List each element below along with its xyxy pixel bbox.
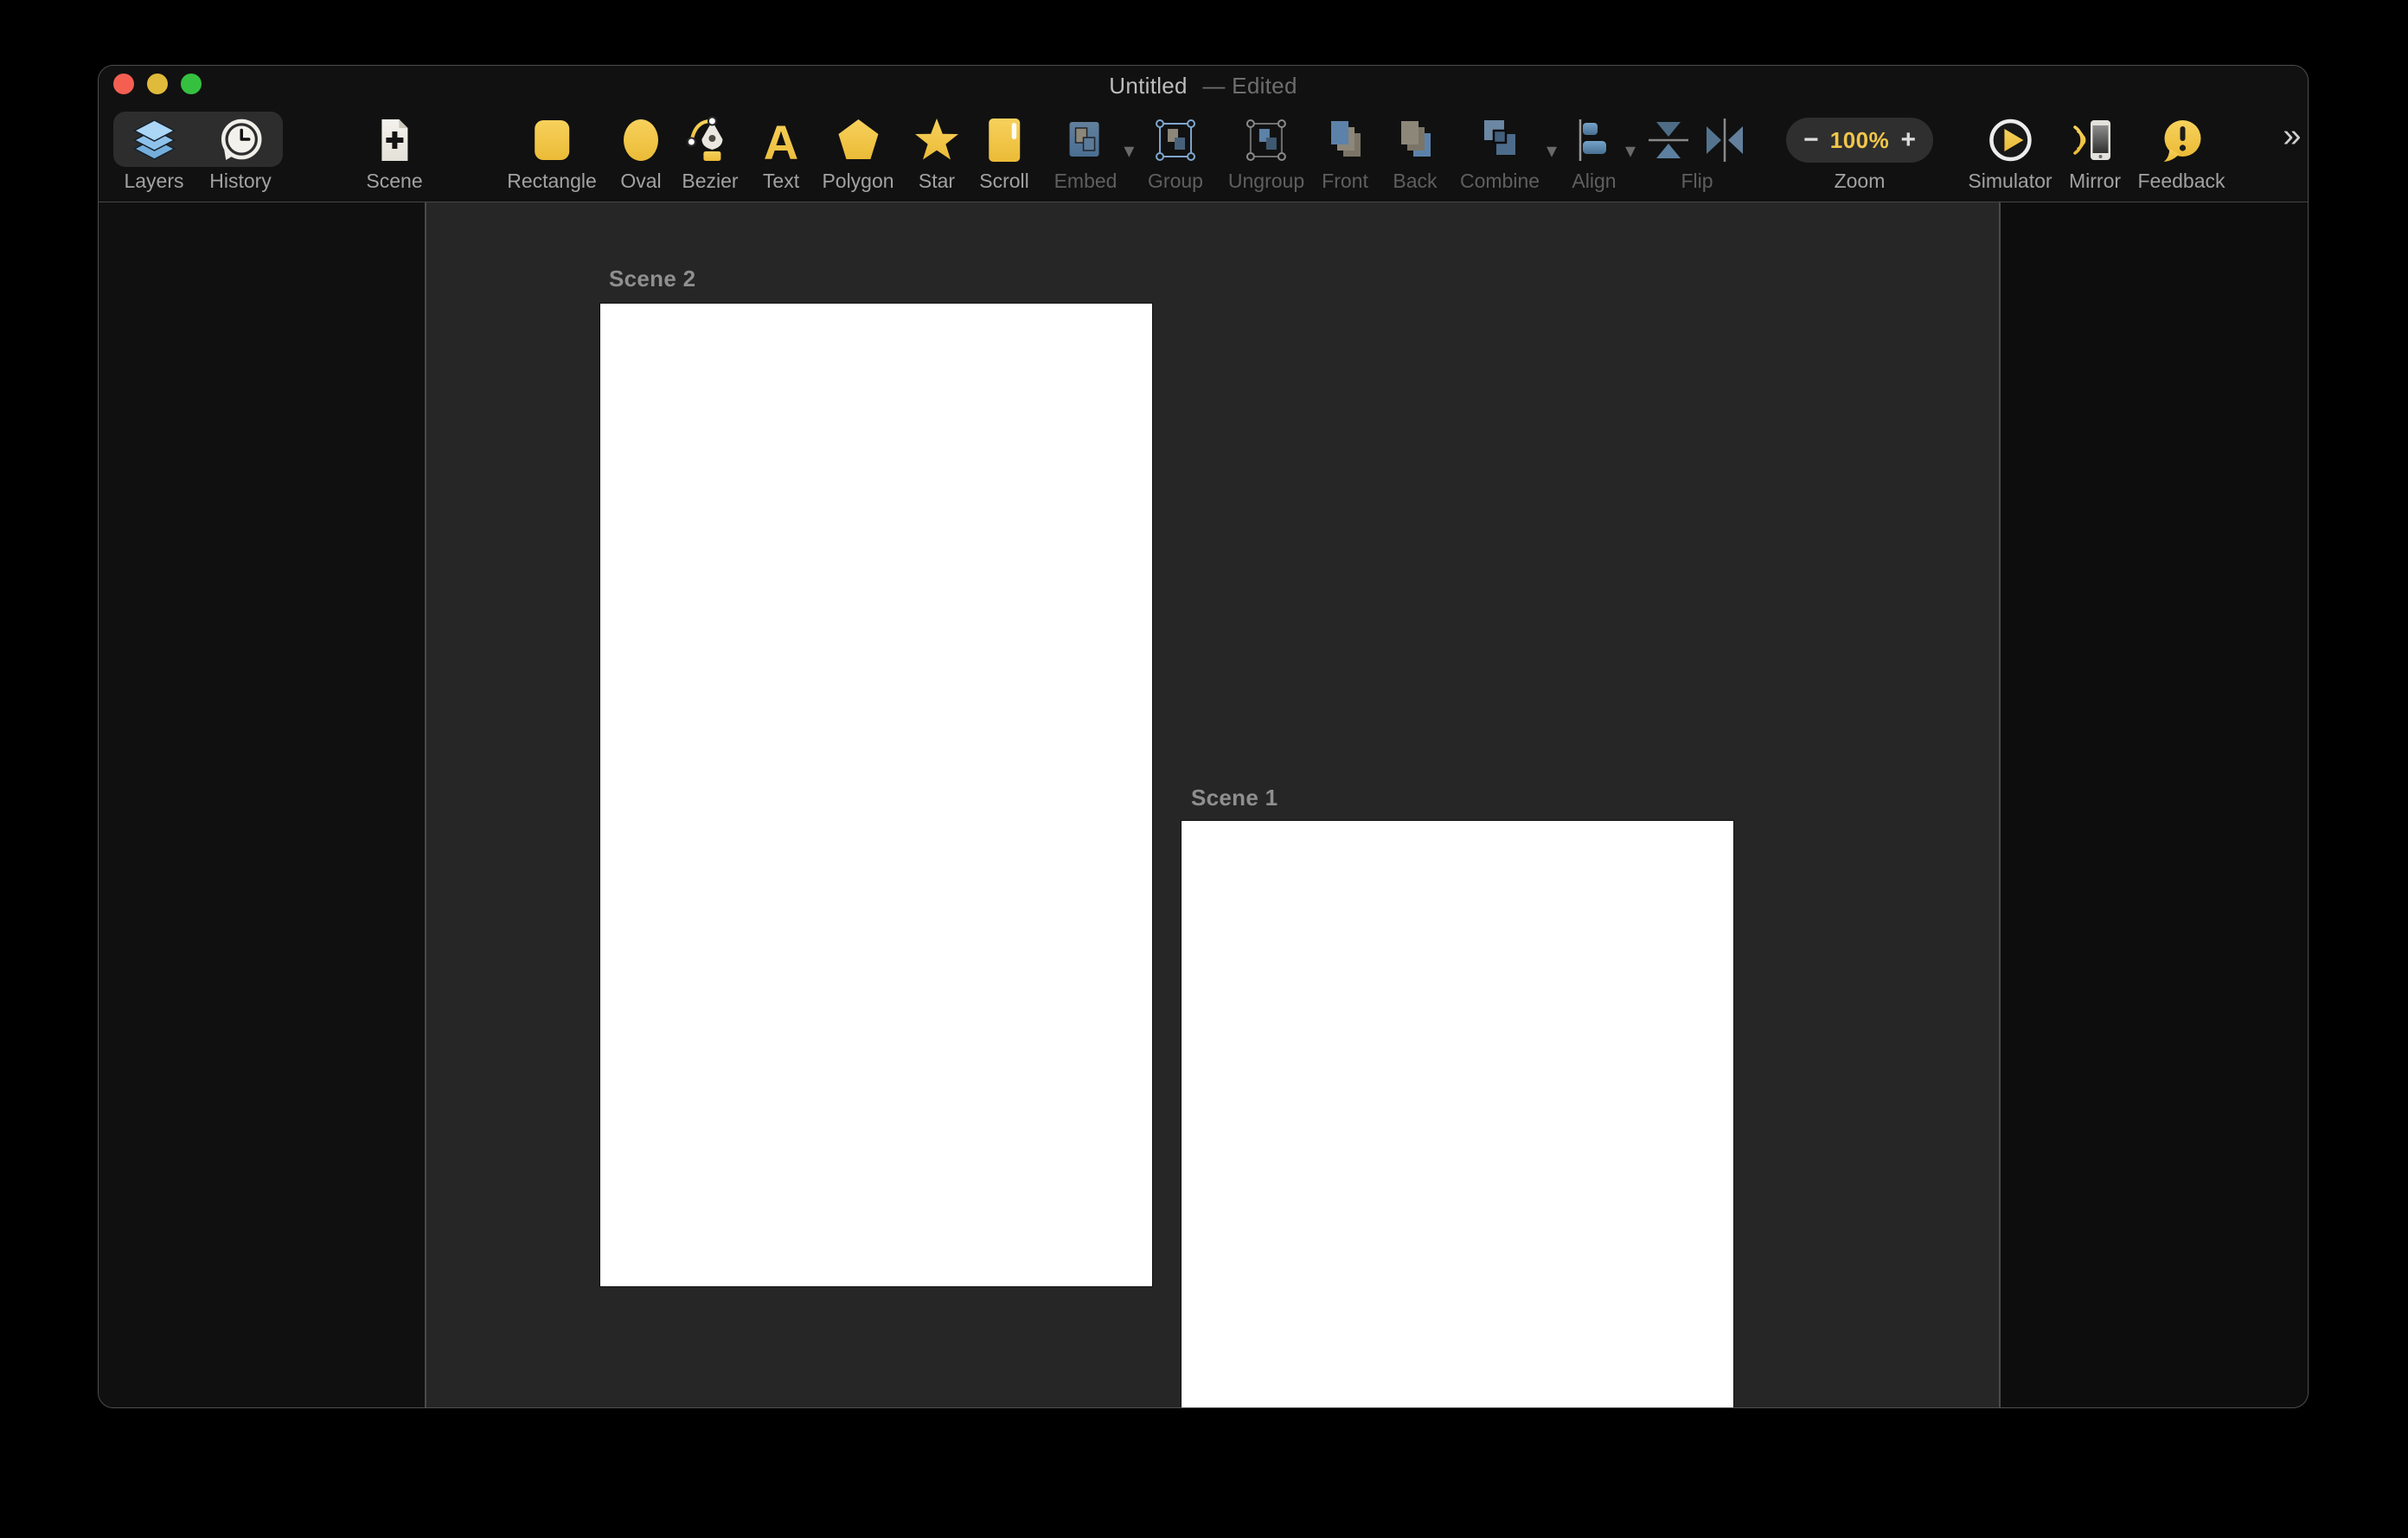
toolbar-item-rectangle[interactable]: Rectangle: [507, 113, 597, 192]
main-content: Scene 2 Scene 1: [99, 202, 2308, 1407]
toolbar-item-embed[interactable]: ▾ Embed: [1054, 113, 1118, 192]
toolbar-label: Scene: [366, 170, 422, 192]
canvas-area[interactable]: Scene 2 Scene 1: [426, 202, 1999, 1407]
toolbar-label: Flip: [1647, 170, 1747, 192]
toolbar-label: Zoom: [1786, 170, 1933, 192]
zoom-control: − 100% +: [1786, 118, 1933, 163]
titlebar-toolbar: Untitled — Edited Layers: [99, 66, 2308, 202]
toolbar-label: Mirror: [2069, 170, 2121, 192]
toolbar-item-flip[interactable]: Flip: [1647, 113, 1747, 192]
desktop-background: Untitled — Edited Layers: [0, 0, 2408, 1538]
app-window: Untitled — Edited Layers: [98, 65, 2309, 1408]
scroll-view-icon: [979, 113, 1029, 167]
toolbar-item-star[interactable]: Star: [913, 113, 961, 192]
embed-icon: ▾: [1054, 113, 1118, 167]
flip-icons: [1647, 113, 1747, 167]
flip-horizontal-icon: [1702, 116, 1747, 164]
toolbar-item-combine[interactable]: ▾ Combine: [1460, 113, 1540, 192]
text-tool-icon: A: [757, 113, 805, 167]
toolbar-label: Embed: [1054, 170, 1118, 192]
toolbar-label: Oval: [617, 170, 665, 192]
scene-2-label[interactable]: Scene 2: [609, 266, 695, 292]
toolbar-label: Simulator: [1968, 170, 2052, 192]
toolbar-label: Group: [1148, 170, 1203, 192]
combine-icon: ▾: [1460, 113, 1540, 167]
polygon-shape-icon: [822, 113, 893, 167]
send-to-back-icon: [1391, 113, 1439, 167]
toolbar-label: Front: [1321, 170, 1369, 192]
bezier-pen-icon: [682, 113, 738, 167]
scene-1-artboard[interactable]: [1182, 821, 1733, 1407]
feedback-bubble-icon: [2137, 113, 2225, 167]
toolbar-overflow-button[interactable]: »: [2283, 118, 2299, 155]
toolbar-label: Combine: [1460, 170, 1540, 192]
document-title: Untitled: [1109, 73, 1188, 99]
layers-icon: [124, 113, 183, 167]
ungroup-icon: [1228, 113, 1304, 167]
svg-text:A: A: [764, 116, 798, 164]
toolbar-label: Back: [1391, 170, 1439, 192]
zoom-in-button[interactable]: +: [1900, 127, 1916, 153]
toolbar-label: Polygon: [822, 170, 893, 192]
toolbar-item-scroll[interactable]: Scroll: [979, 113, 1029, 192]
toolbar-item-back[interactable]: Back: [1391, 113, 1439, 192]
scene-2-artboard[interactable]: [600, 304, 1152, 1286]
zoom-level-value: 100%: [1830, 127, 1890, 154]
mirror-device-icon: [2069, 113, 2121, 167]
zoom-out-button[interactable]: −: [1803, 127, 1819, 153]
toolbar-label: History: [209, 170, 272, 192]
toolbar-item-group[interactable]: Group: [1148, 113, 1203, 192]
toolbar-label: Layers: [124, 170, 183, 192]
group-icon: [1148, 113, 1203, 167]
star-shape-icon: [913, 113, 961, 167]
toolbar-item-scene[interactable]: Scene: [366, 113, 422, 192]
align-dropdown-icon[interactable]: ▾: [1625, 141, 1636, 162]
scene-1-label[interactable]: Scene 1: [1191, 785, 1278, 811]
toolbar-label: Text: [757, 170, 805, 192]
toolbar-item-polygon[interactable]: Polygon: [822, 113, 893, 192]
toolbar-item-oval[interactable]: Oval: [617, 113, 665, 192]
edited-status: — Edited: [1202, 73, 1297, 99]
toolbar-item-bezier[interactable]: Bezier: [682, 113, 738, 192]
toolbar-item-mirror[interactable]: Mirror: [2069, 113, 2121, 192]
embed-dropdown-icon[interactable]: ▾: [1124, 141, 1134, 162]
flip-vertical-icon: [1647, 116, 1692, 164]
toolbar-item-layers[interactable]: Layers: [124, 113, 183, 192]
toolbar-item-front[interactable]: Front: [1321, 113, 1369, 192]
layers-panel[interactable]: [99, 202, 426, 1407]
new-scene-icon: [366, 113, 422, 167]
rectangle-shape-icon: [507, 113, 597, 167]
window-title: Untitled — Edited: [99, 73, 2308, 99]
toolbar-item-text[interactable]: A Text: [757, 113, 805, 192]
toolbar-item-simulator[interactable]: Simulator: [1968, 113, 2052, 192]
toolbar-item-align[interactable]: ▾ Align: [1570, 113, 1618, 192]
align-icon: ▾: [1570, 113, 1618, 167]
toolbar-label: Bezier: [682, 170, 738, 192]
inspector-panel[interactable]: [1999, 202, 2308, 1407]
bring-to-front-icon: [1321, 113, 1369, 167]
toolbar-label: Star: [913, 170, 961, 192]
toolbar-label: Feedback: [2137, 170, 2225, 192]
toolbar-label: Ungroup: [1228, 170, 1304, 192]
oval-shape-icon: [617, 113, 665, 167]
toolbar-item-feedback[interactable]: Feedback: [2137, 113, 2225, 192]
combine-dropdown-icon[interactable]: ▾: [1547, 141, 1557, 162]
toolbar-item-history[interactable]: History: [209, 113, 272, 192]
toolbar-label: Align: [1570, 170, 1618, 192]
toolbar-item-ungroup[interactable]: Ungroup: [1228, 113, 1304, 192]
toolbar-label: Rectangle: [507, 170, 597, 192]
toolbar-label: Scroll: [979, 170, 1029, 192]
history-clock-icon: [209, 113, 272, 167]
simulator-play-icon: [1968, 113, 2052, 167]
toolbar-item-zoom: − 100% + Zoom: [1786, 113, 1933, 192]
